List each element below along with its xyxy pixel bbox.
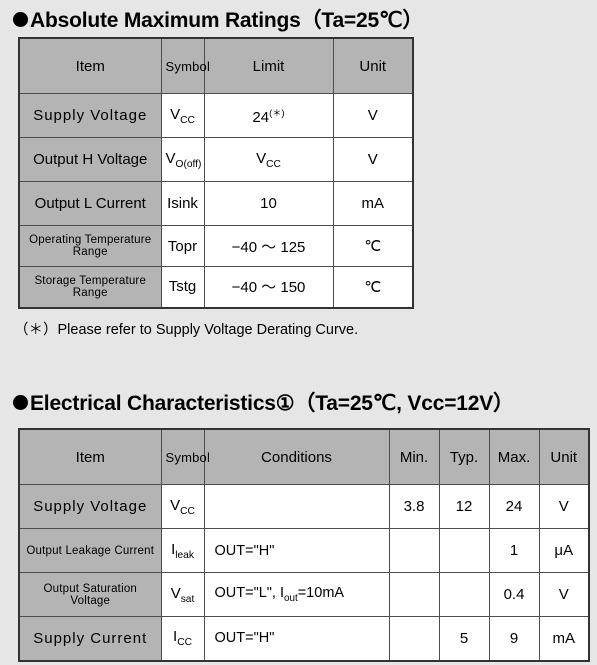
table-row: Output Leakage Current Ileak OUT="H" 1 μA	[18, 528, 590, 573]
page-title-absolute-maximum-ratings: Absolute Maximum Ratings（Ta=25℃）	[13, 4, 423, 34]
cell-max: 9	[488, 616, 540, 661]
cell-item: Output L Current	[18, 181, 162, 226]
section-title-text: Electrical Characteristics①（Ta=25℃, Vcc=…	[30, 392, 514, 415]
table-row: Output L Current Isink 10 mA	[18, 181, 414, 226]
table-row: Storage Temperature Range Tstg −40 ～ 150 ℃	[18, 266, 414, 308]
cell-conditions	[203, 484, 390, 529]
cell-symbol: Vsat	[160, 572, 205, 617]
column-header-symbol: Symbol	[160, 37, 210, 94]
bullet-icon	[13, 11, 28, 27]
cell-min: 3.8	[388, 484, 440, 529]
table-row: Operating Temperature Range Topr −40 ～ 125…	[18, 225, 414, 267]
table-header-row: Item Symbol Limit Unit	[18, 37, 414, 94]
table-body: Supply Voltage VCC 24(＊) V Output H Voltage V…	[18, 93, 414, 308]
cell-symbol: Ileak	[160, 528, 205, 573]
cell-item: Storage Temperature Range	[18, 266, 162, 308]
table-row: Supply Voltage VCC 24(＊) V	[18, 93, 414, 138]
cell-unit: μA	[538, 528, 590, 573]
column-header-conditions: Conditions	[203, 428, 390, 485]
cell-unit: V	[332, 137, 414, 182]
cell-conditions: OUT="H"	[203, 528, 390, 573]
cell-limit: VCC	[203, 137, 334, 182]
column-header-min: Min.	[388, 428, 440, 485]
cell-item: Supply Voltage	[18, 93, 162, 138]
table-row: Output H Voltage VO(off) VCC V	[18, 137, 414, 182]
cell-item: Output Leakage Current	[18, 528, 162, 573]
column-header-max: Max.	[488, 428, 540, 485]
cell-symbol: Topr	[160, 225, 205, 267]
column-header-unit: Unit	[332, 37, 414, 94]
cell-symbol: VCC	[160, 93, 205, 138]
cell-typ	[438, 528, 490, 573]
footnote-derating-curve: （＊）Please refer to Supply Voltage Derati…	[14, 322, 359, 338]
table-header-row: Item Symbol Conditions Min. Typ. Max. Un…	[18, 428, 590, 485]
cell-min	[388, 572, 440, 617]
cell-symbol: VO(off)	[160, 137, 205, 182]
section-title-text: Absolute Maximum Ratings（Ta=25℃）	[30, 9, 424, 32]
cell-conditions: OUT="L", Iout=10mA	[203, 572, 390, 617]
column-header-unit: Unit	[538, 428, 590, 485]
cell-unit: V	[538, 484, 590, 529]
cell-limit: 10	[203, 181, 334, 226]
cell-unit: mA	[332, 181, 414, 226]
cell-limit: −40 ～ 125	[203, 225, 334, 267]
cell-item: Operating Temperature Range	[18, 225, 162, 267]
cell-min	[388, 616, 440, 661]
column-header-typ: Typ.	[438, 428, 490, 485]
column-header-limit: Limit	[203, 37, 334, 94]
cell-limit: −40 ～ 150	[203, 266, 334, 308]
table-row: Supply Voltage VCC 3.8 12 24 V	[18, 484, 590, 529]
table-row: Output Saturation Voltage Vsat OUT="L", Io…	[18, 572, 590, 617]
cell-conditions: OUT="H"	[203, 616, 390, 661]
electrical-characteristics-table: Item Symbol Conditions Min. Typ. Max. Un…	[18, 428, 590, 662]
datasheet-page: Absolute Maximum Ratings（Ta=25℃） Item Sy…	[0, 0, 597, 665]
cell-symbol: ICC	[160, 616, 205, 661]
cell-max: 24	[488, 484, 540, 529]
cell-unit: V	[332, 93, 414, 138]
absolute-maximum-ratings-table: Item Symbol Limit Unit Supply Voltage VCC…	[18, 37, 414, 309]
bullet-icon	[13, 394, 28, 410]
column-header-symbol: Symbol	[160, 428, 210, 485]
cell-unit: ℃	[332, 266, 414, 308]
column-header-item: Item	[18, 428, 162, 485]
column-header-item: Item	[18, 37, 162, 94]
table-body: Supply Voltage VCC 3.8 12 24 V Output Leakage …	[18, 484, 590, 661]
cell-symbol: Isink	[160, 181, 205, 226]
cell-max: 1	[488, 528, 540, 573]
cell-item: Output Saturation Voltage	[18, 572, 162, 617]
cell-item: Supply Current	[18, 616, 162, 661]
table-row: Supply Current ICC OUT="H" 5 9 mA	[18, 616, 590, 661]
page-title-electrical-characteristics: Electrical Characteristics①（Ta=25℃, Vcc=…	[13, 387, 514, 417]
cell-typ: 5	[438, 616, 490, 661]
cell-unit: ℃	[332, 225, 414, 267]
cell-min	[388, 528, 440, 573]
cell-item: Output H Voltage	[18, 137, 162, 182]
cell-typ	[438, 572, 490, 617]
cell-typ: 12	[438, 484, 490, 529]
cell-symbol: Tstg	[160, 266, 205, 308]
cell-item: Supply Voltage	[18, 484, 162, 529]
cell-unit: V	[538, 572, 590, 617]
cell-limit: 24(＊)	[203, 93, 334, 138]
cell-unit: mA	[538, 616, 590, 661]
cell-max: 0.4	[488, 572, 540, 617]
cell-symbol: VCC	[160, 484, 205, 529]
